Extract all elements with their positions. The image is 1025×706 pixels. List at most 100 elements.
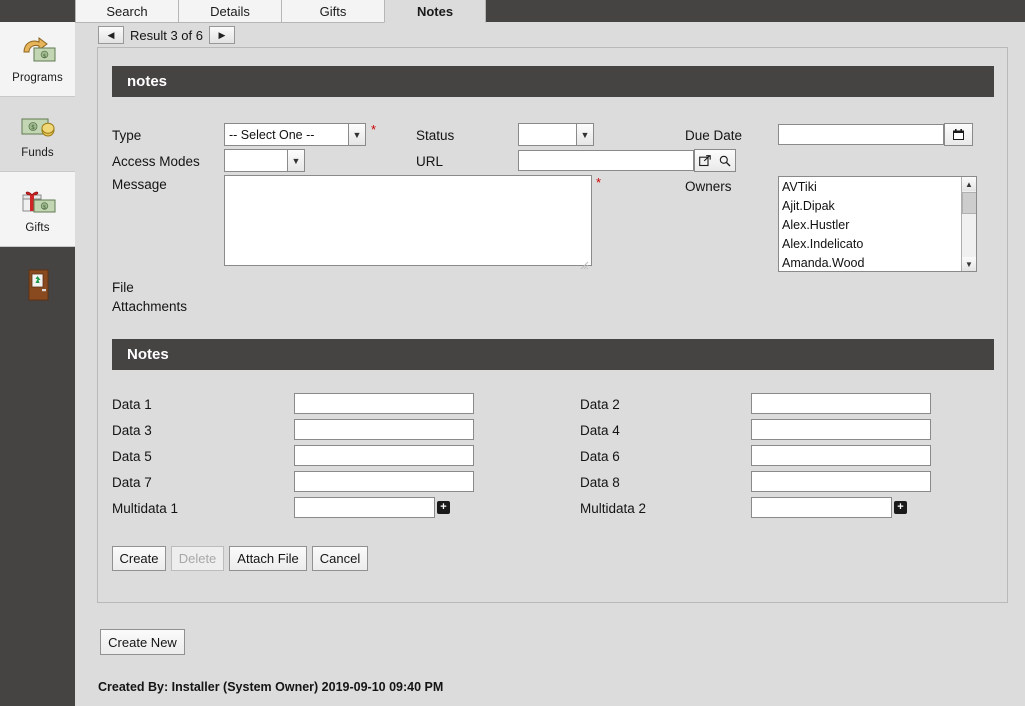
owners-option[interactable]: AVTiki	[782, 178, 961, 197]
data-4-input[interactable]	[751, 419, 931, 440]
data-3-input[interactable]	[294, 419, 474, 440]
sidebar-item-funds[interactable]: $ Funds	[0, 97, 75, 172]
plus-icon: +	[440, 501, 447, 513]
data-5-label: Data 5	[112, 449, 152, 464]
data-5-input[interactable]	[294, 445, 474, 466]
multidata-2-add-button[interactable]: +	[894, 501, 907, 514]
tab-details[interactable]: Details	[178, 0, 282, 23]
tab-search[interactable]: Search	[75, 0, 179, 23]
tab-bar: Search Details Gifts Notes	[75, 0, 1025, 23]
scroll-up-arrow-icon[interactable]: ▲	[961, 177, 976, 191]
sidebar: $ Programs $ Funds $ Gifts	[0, 0, 75, 706]
tab-gifts[interactable]: Gifts	[281, 0, 385, 23]
tab-search-label: Search	[106, 3, 148, 19]
data-6-label: Data 6	[580, 449, 620, 464]
owners-scrollbar[interactable]: ▲ ▼	[961, 177, 976, 271]
owners-option[interactable]: Amanda.Wood	[782, 254, 961, 271]
application-window: $ Programs $ Funds $ Gifts Search Detail…	[0, 0, 1025, 706]
calendar-icon	[953, 129, 964, 140]
type-select[interactable]: -- Select One -- ▼	[224, 123, 366, 146]
multidata-1-input[interactable]	[294, 497, 435, 518]
sidebar-item-exit[interactable]	[0, 247, 75, 322]
exit-door-icon	[18, 268, 58, 302]
right-arrow-icon: ▶	[218, 29, 226, 40]
due-date-input[interactable]	[778, 124, 944, 145]
notes-section-header-top: notes	[112, 66, 994, 97]
cancel-button[interactable]: Cancel	[312, 546, 368, 571]
notes-section-header-bottom-label: Notes	[127, 346, 169, 363]
data-7-input[interactable]	[294, 471, 474, 492]
type-label: Type	[112, 128, 142, 143]
data-3-label: Data 3	[112, 423, 152, 438]
chevron-down-icon: ▼	[348, 124, 365, 145]
access-modes-select[interactable]: ▼	[224, 149, 305, 172]
next-result-button[interactable]: ▶	[209, 26, 235, 44]
scrollbar-thumb[interactable]	[962, 192, 976, 214]
create-new-button[interactable]: Create New	[100, 629, 185, 655]
url-label: URL	[416, 154, 444, 169]
sidebar-item-programs[interactable]: $ Programs	[0, 22, 75, 97]
cancel-button-label: Cancel	[319, 551, 361, 566]
notes-content-panel: notes Type -- Select One -- ▼ * Status ▼…	[97, 47, 1008, 603]
notes-section-header-top-label: notes	[127, 73, 168, 90]
url-actions-group[interactable]	[694, 149, 736, 172]
file-attachments-label-line2: Attachments	[112, 299, 188, 314]
owners-option[interactable]: Alex.Indelicato	[782, 235, 961, 254]
data-6-input[interactable]	[751, 445, 931, 466]
chevron-down-icon: ▼	[576, 124, 593, 145]
create-button-label: Create	[119, 551, 159, 566]
message-textarea[interactable]	[224, 175, 592, 266]
notes-section-header-bottom: Notes	[112, 339, 994, 370]
sidebar-item-gifts[interactable]: $ Gifts	[0, 172, 75, 247]
status-select[interactable]: ▼	[518, 123, 594, 146]
attach-file-button-label: Attach File	[237, 551, 299, 566]
file-attachments-label-line1: File	[112, 280, 134, 295]
delete-button: Delete	[171, 546, 224, 571]
tab-gifts-label: Gifts	[319, 3, 347, 19]
svg-text:$: $	[42, 53, 46, 59]
data-8-input[interactable]	[751, 471, 931, 492]
previous-result-button[interactable]: ◀	[98, 26, 124, 44]
search-icon	[719, 155, 731, 166]
data-2-input[interactable]	[751, 393, 931, 414]
multidata-1-label: Multidata 1	[112, 501, 179, 516]
data-4-label: Data 4	[580, 423, 620, 438]
scroll-down-arrow-icon[interactable]: ▼	[961, 257, 976, 271]
multidata-1-add-button[interactable]: +	[437, 501, 450, 514]
url-input[interactable]	[518, 150, 694, 171]
result-counter-text: Result 3 of 6	[130, 27, 203, 43]
plus-icon: +	[897, 501, 904, 513]
status-label: Status	[416, 128, 455, 143]
sidebar-label-programs: Programs	[12, 71, 63, 84]
gift-money-icon: $	[18, 185, 58, 219]
data-1-label: Data 1	[112, 397, 152, 412]
data-7-label: Data 7	[112, 475, 152, 490]
owners-listbox[interactable]: AVTiki Ajit.Dipak Alex.Hustler Alex.Inde…	[778, 176, 977, 272]
owners-option[interactable]: Alex.Hustler	[782, 216, 961, 235]
type-select-value: -- Select One --	[229, 127, 315, 142]
data-1-input[interactable]	[294, 393, 474, 414]
tab-notes[interactable]: Notes	[384, 0, 486, 23]
attach-file-button[interactable]: Attach File	[229, 546, 307, 571]
tab-details-label: Details	[210, 3, 250, 19]
external-link-icon	[699, 154, 711, 166]
result-navigator: ◀ Result 3 of 6 ▶	[98, 26, 235, 44]
type-required-marker: *	[371, 122, 377, 137]
funds-money-icon: $	[18, 110, 58, 144]
calendar-picker-button[interactable]	[944, 123, 973, 146]
owners-options: AVTiki Ajit.Dipak Alex.Hustler Alex.Inde…	[779, 177, 961, 271]
access-modes-label: Access Modes	[112, 154, 200, 169]
data-2-label: Data 2	[580, 397, 620, 412]
due-date-label: Due Date	[685, 128, 743, 143]
program-money-icon: $	[18, 35, 58, 69]
owners-label: Owners	[685, 179, 732, 194]
tab-notes-label: Notes	[416, 3, 454, 19]
owners-option[interactable]: Ajit.Dipak	[782, 197, 961, 216]
create-button[interactable]: Create	[112, 546, 166, 571]
multidata-2-label: Multidata 2	[580, 501, 647, 516]
created-by-footer: Created By: Installer (System Owner) 201…	[98, 680, 444, 694]
create-new-button-label: Create New	[108, 634, 177, 650]
sidebar-label-gifts: Gifts	[25, 221, 50, 234]
multidata-2-input[interactable]	[751, 497, 892, 518]
left-arrow-icon: ◀	[107, 29, 115, 40]
